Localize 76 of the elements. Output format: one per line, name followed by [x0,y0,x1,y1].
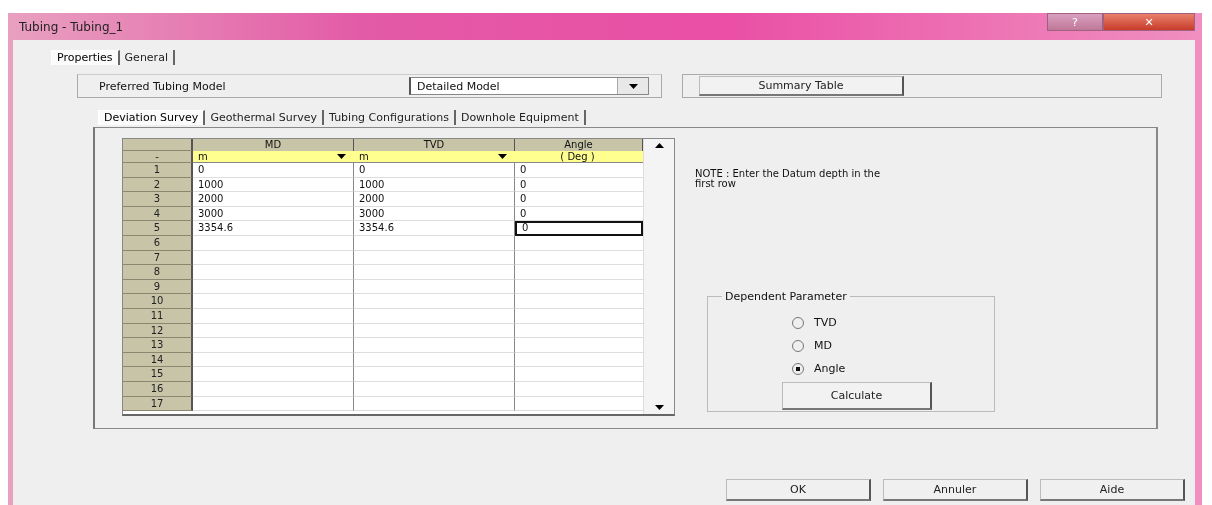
table-cell[interactable]: 3354.6 [354,221,515,236]
table-cell[interactable] [354,235,515,251]
table-cell[interactable] [354,265,515,280]
table-cell[interactable] [193,352,354,368]
table-cell[interactable] [354,352,515,368]
radio-option[interactable]: MD [792,334,994,357]
table-cell[interactable]: 1000 [193,177,354,193]
table-cell[interactable]: 3000 [354,206,515,222]
row-header: - [123,151,193,163]
radio-option[interactable]: Angle [792,357,994,380]
table-cell[interactable]: 2000 [354,192,515,207]
group-title: Dependent Parameter [722,290,850,303]
note-text: NOTE : Enter the Datum depth in the first row [695,169,882,189]
close-button[interactable]: ✕ [1103,13,1195,31]
table-cell[interactable] [354,338,515,353]
row-header: 10 [123,294,193,309]
tab[interactable]: Tubing Configurations [324,110,456,125]
table-cell[interactable] [193,338,354,353]
dialog-button[interactable]: OK [726,479,871,501]
summary-table-button[interactable]: Summary Table [699,76,904,96]
scroll-down-icon [654,405,664,410]
table-cell[interactable]: 3354.6 [193,221,354,236]
table-cell[interactable] [354,323,515,339]
table-cell[interactable] [193,308,354,324]
model-label: Preferred Tubing Model [99,79,227,93]
row-header: 1 [123,163,193,178]
row-header: 15 [123,367,193,382]
table-cell[interactable] [193,381,354,397]
calculate-button[interactable]: Calculate [782,382,932,410]
table-cell[interactable]: 0 [193,163,354,178]
table-cell[interactable] [193,265,354,280]
tab[interactable]: Downhole Equipment [455,110,586,125]
unit-cell[interactable]: m [354,151,515,163]
column-header: MD [193,139,354,151]
radio-option[interactable]: TVD [792,311,994,334]
table-cell[interactable] [193,396,354,412]
table-cell[interactable] [193,250,354,266]
table-cell[interactable] [193,235,354,251]
table-cell[interactable]: 1000 [354,177,515,193]
table-cell[interactable]: 0 [515,221,643,236]
caret-icon [498,154,507,159]
tab[interactable]: Properties [51,50,120,65]
window-title: Tubing - Tubing_1 [18,19,124,34]
table-cell[interactable]: 2000 [193,192,354,207]
table-cell[interactable] [354,308,515,324]
table-cell[interactable] [354,279,515,295]
table-cell[interactable] [354,396,515,412]
corner-cell [123,139,193,151]
table-cell[interactable]: 3000 [193,206,354,222]
tab[interactable]: General [119,50,175,65]
table-cell[interactable] [354,250,515,266]
row-header: 5 [123,221,193,236]
scroll-up-icon [654,143,664,148]
caret-icon [628,83,638,89]
table-cell[interactable]: 0 [354,163,515,178]
row-header: 13 [123,338,193,353]
column-header: TVD [354,139,515,151]
tab[interactable]: Deviation Survey [98,110,206,125]
table-cell[interactable] [193,279,354,295]
row-header: 8 [123,265,193,280]
table-cell[interactable] [354,294,515,309]
dialog-button[interactable]: Annuler [883,479,1028,501]
table-cell[interactable] [354,367,515,382]
table-cell[interactable] [193,367,354,382]
unit-cell: ( Deg ) [515,151,643,163]
table-cell[interactable] [193,294,354,309]
model-dropdown[interactable]: Detailed Model [409,77,649,95]
table-cell[interactable] [354,381,515,397]
table-cell[interactable] [193,323,354,339]
row-header: 3 [123,192,193,207]
column-header: Angle [515,139,643,151]
dialog-button[interactable]: Aide [1040,479,1185,501]
caret-icon [337,154,346,159]
unit-cell[interactable]: m [193,151,354,163]
tab[interactable]: Geothermal Survey [205,110,325,125]
scroll-bar[interactable] [643,139,674,414]
